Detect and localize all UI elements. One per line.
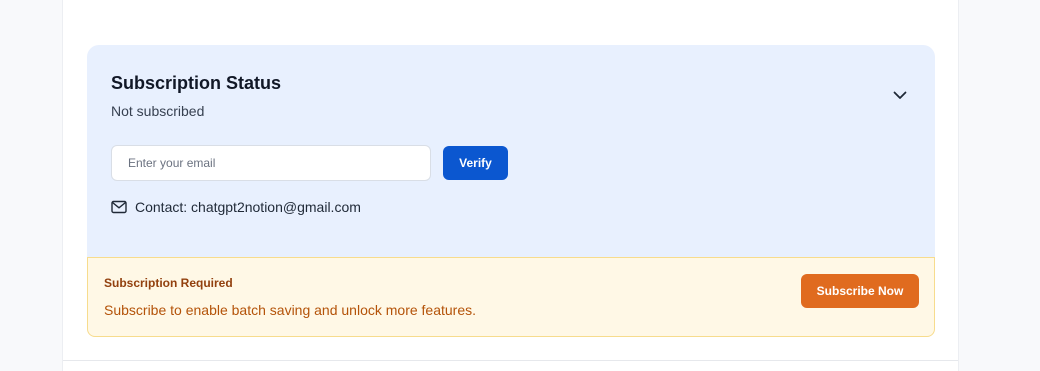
subscription-card: Subscription Status Not subscribed Verif… [87,45,935,337]
verify-button[interactable]: Verify [443,146,508,180]
subscription-title: Subscription Status [111,73,282,93]
subscribe-now-button[interactable]: Subscribe Now [801,274,919,308]
contact-text: Contact: chatgpt2notion@gmail.com [135,199,361,215]
chevron-down-icon [893,91,907,99]
subscription-status-text: Not subscribed [111,103,205,119]
email-input[interactable] [111,145,431,181]
settings-panel: Subscription Status Not subscribed Verif… [62,0,959,371]
contact-info: Contact: chatgpt2notion@gmail.com [111,198,361,216]
alert-message: Subscribe to enable batch saving and unl… [104,302,477,318]
mail-icon [111,200,127,214]
section-divider [63,360,958,361]
collapse-toggle[interactable] [890,85,910,105]
subscription-required-alert: Subscription Required Subscribe to enabl… [87,257,935,337]
alert-title: Subscription Required [104,276,233,290]
